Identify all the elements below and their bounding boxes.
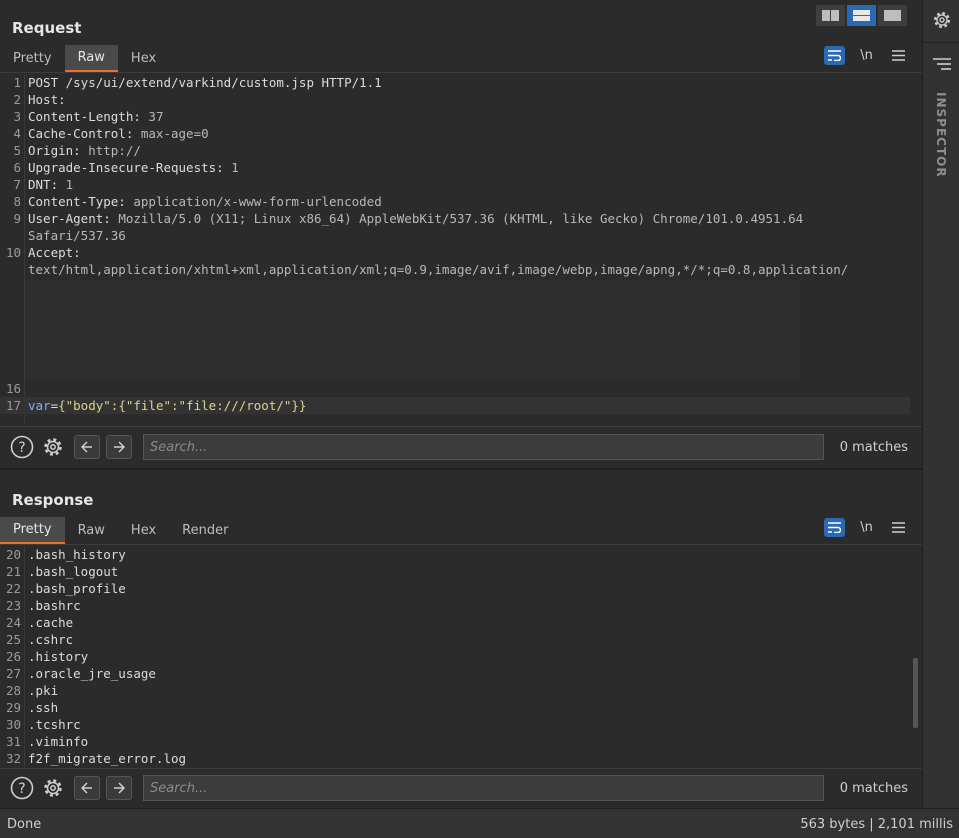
response-menu-button[interactable] <box>888 518 909 537</box>
show-newlines-button[interactable]: \n <box>856 46 877 65</box>
gear-icon <box>44 779 62 797</box>
status-bar: Done 563 bytes | 2,101 millis <box>0 808 959 838</box>
status-text: Done <box>7 817 42 832</box>
layout-split-vertical-button[interactable] <box>816 5 845 26</box>
response-scrollbar-thumb[interactable] <box>913 658 918 728</box>
svg-text:?: ? <box>18 440 25 456</box>
request-tabs: Pretty Raw Hex <box>0 45 169 72</box>
next-match-button[interactable] <box>106 776 132 800</box>
wrap-lines-button[interactable] <box>824 46 845 65</box>
svg-text:?: ? <box>18 781 25 797</box>
inspector-sidebar: INSPECTOR <box>922 0 959 808</box>
inspector-label[interactable]: INSPECTOR <box>934 92 948 178</box>
request-search-bar: ? 0 matches <box>0 426 922 469</box>
tab-pretty[interactable]: Pretty <box>0 45 65 72</box>
response-stats: 563 bytes | 2,101 millis <box>800 817 953 832</box>
request-menu-button[interactable] <box>888 46 909 65</box>
response-panel: Response Pretty Raw Hex Render \n 20 .bas… <box>0 470 922 808</box>
hamburger-menu-icon <box>892 522 905 533</box>
help-icon: ? <box>10 435 34 459</box>
wrap-lines-button[interactable] <box>824 518 845 537</box>
response-match-count: 0 matches <box>839 781 908 796</box>
layout-split-horizontal-button[interactable] <box>847 5 876 26</box>
request-match-count: 0 matches <box>839 440 908 455</box>
request-editor[interactable]: 1 POST /sys/ui/extend/varkind/custom.jsp … <box>0 74 922 424</box>
settings-button[interactable] <box>931 9 953 31</box>
arrow-left-icon <box>81 782 92 794</box>
wrap-lines-icon <box>828 522 841 533</box>
inspector-toggle-button[interactable] <box>932 57 952 73</box>
arrow-right-icon <box>114 441 125 453</box>
inspector-lines-icon <box>933 58 951 70</box>
split-horizontal-icon <box>853 10 870 21</box>
search-settings-button[interactable] <box>41 776 65 800</box>
tab-hex[interactable]: Hex <box>118 45 169 72</box>
help-button[interactable]: ? <box>10 776 34 800</box>
response-title: Response <box>12 491 94 509</box>
request-search-input[interactable] <box>143 434 824 460</box>
gear-icon <box>44 438 62 456</box>
request-panel: Request Pretty Raw Hex \n 1 POST /sys/ui/… <box>0 0 922 468</box>
response-search-bar: ? 0 matches <box>0 768 922 811</box>
response-editor[interactable]: 20 .bash_history 21 .bash_logout 22 .bash_p… <box>0 546 922 768</box>
arrow-right-icon <box>114 782 125 794</box>
help-icon: ? <box>10 776 34 800</box>
show-newlines-button[interactable]: \n <box>856 518 877 537</box>
tab-render[interactable]: Render <box>169 517 241 544</box>
hamburger-menu-icon <box>892 50 905 61</box>
tab-pretty[interactable]: Pretty <box>0 517 65 544</box>
help-button[interactable]: ? <box>10 435 34 459</box>
tab-hex[interactable]: Hex <box>118 517 169 544</box>
wrap-lines-icon <box>828 50 841 61</box>
search-settings-button[interactable] <box>41 435 65 459</box>
tab-raw[interactable]: Raw <box>64 45 118 72</box>
arrow-left-icon <box>81 441 92 453</box>
response-search-input[interactable] <box>143 775 824 801</box>
request-title: Request <box>12 19 82 37</box>
gear-icon <box>933 11 951 29</box>
layout-single-pane-button[interactable] <box>878 5 907 26</box>
split-vertical-icon <box>822 10 839 21</box>
single-pane-icon <box>884 10 901 21</box>
previous-match-button[interactable] <box>74 435 100 459</box>
tab-raw[interactable]: Raw <box>65 517 118 544</box>
response-tabs: Pretty Raw Hex Render <box>0 517 241 544</box>
body-line: 17 var={"body":{"file":"file:///root/"}} <box>0 397 910 414</box>
previous-match-button[interactable] <box>74 776 100 800</box>
next-match-button[interactable] <box>106 435 132 459</box>
